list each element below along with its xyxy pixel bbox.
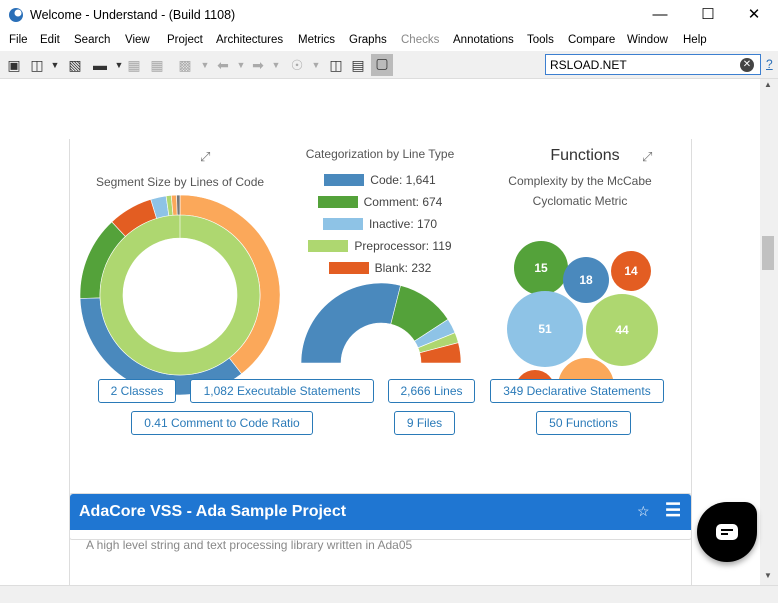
menu-window[interactable]: Window: [627, 34, 668, 46]
project-metrics-card: ⤢ Segment Size by Lines of Code Categori…: [69, 139, 692, 540]
segment-chart-title: Segment Size by Lines of Code: [95, 175, 265, 189]
legend-label: Blank: 232: [374, 261, 432, 275]
dropdown-icon[interactable]: ▼: [267, 56, 285, 74]
back-icon[interactable]: ⬅: [214, 56, 232, 74]
legend-label: Inactive: 170: [368, 217, 438, 231]
menu-help[interactable]: Help: [683, 34, 707, 46]
save-all-icon[interactable]: ▦: [148, 56, 166, 74]
executable-statements-stat-button[interactable]: 1,082 Executable Statements: [190, 379, 374, 403]
menu-icon[interactable]: ☰: [665, 500, 681, 521]
menu-compare[interactable]: Compare: [568, 34, 615, 46]
scroll-down-icon[interactable]: ▼: [764, 571, 772, 580]
functions-stat-button[interactable]: 50 Functions: [536, 411, 631, 435]
legend-label: Code: 1,641: [370, 173, 436, 187]
menu-view[interactable]: View: [125, 34, 150, 46]
scrollbar-thumb[interactable]: [762, 236, 774, 270]
pin-icon[interactable]: ☆: [637, 503, 650, 520]
project-description: A high level string and text processing …: [86, 538, 413, 552]
welcome-page: ⤢ Segment Size by Lines of Code Categori…: [0, 79, 760, 585]
bubble-label: 15: [534, 261, 548, 275]
close-button[interactable]: ✕: [731, 4, 777, 26]
project-card: AdaCore VSS - Ada Sample Project ☆ ☰ A h…: [69, 493, 692, 585]
menu-architectures[interactable]: Architectures: [216, 34, 283, 46]
dropdown-icon[interactable]: ▼: [46, 56, 64, 74]
functions-subtitle-2: Cyclomatic Metric: [532, 194, 628, 208]
menu-metrics[interactable]: Metrics: [298, 34, 335, 46]
legend-item[interactable]: Blank: 232: [290, 257, 470, 279]
segment-donut-chart: [79, 194, 281, 396]
split-horizontal-icon[interactable]: ▤: [349, 56, 367, 74]
project-card-header: AdaCore VSS - Ada Sample Project ☆ ☰: [70, 494, 691, 530]
dropdown-icon[interactable]: ▼: [196, 56, 214, 74]
help-link[interactable]: ?: [766, 57, 773, 71]
export-icon[interactable]: ▩: [176, 56, 194, 74]
legend-swatch: [328, 262, 369, 274]
vertical-scrollbar[interactable]: ▲ ▼: [760, 79, 778, 585]
clear-search-icon[interactable]: ✕: [740, 58, 754, 72]
segment-arc[interactable]: [176, 194, 181, 216]
bubble-label: 14: [624, 264, 638, 278]
legend-swatch: [308, 240, 349, 252]
functions-subtitle: Complexity by the McCabe: [508, 174, 652, 188]
minimize-button[interactable]: —: [637, 4, 683, 26]
forward-icon[interactable]: ➡: [249, 56, 267, 74]
menu-bar: File Edit Search View Project Architectu…: [0, 31, 778, 51]
dropdown-icon[interactable]: ▼: [307, 56, 325, 74]
search-input[interactable]: RSLOAD.NET ✕: [545, 54, 761, 75]
line-type-title: Categorization by Line Type: [305, 147, 455, 161]
menu-checks[interactable]: Checks: [401, 34, 439, 46]
legend-item[interactable]: Code: 1,641: [290, 169, 470, 191]
search-value: RSLOAD.NET: [550, 58, 627, 72]
menu-annotations[interactable]: Annotations: [453, 34, 514, 46]
dropdown-icon[interactable]: ▼: [232, 56, 250, 74]
single-view-icon[interactable]: ▢: [371, 54, 393, 76]
declarative-statements-stat-button[interactable]: 349 Declarative Statements: [490, 379, 664, 403]
lines-stat-button[interactable]: 2,666 Lines: [388, 379, 475, 403]
app-logo-icon: [9, 8, 23, 22]
project-title[interactable]: AdaCore VSS - Ada Sample Project: [79, 503, 346, 521]
chat-icon: [716, 524, 738, 540]
maximize-button[interactable]: ☐: [685, 4, 731, 26]
new-project-icon[interactable]: ▣: [5, 56, 23, 74]
legend-label: Comment: 674: [363, 195, 443, 209]
menu-tools[interactable]: Tools: [527, 34, 554, 46]
split-vertical-icon[interactable]: ◫: [327, 56, 345, 74]
chat-button[interactable]: [697, 502, 757, 562]
menu-edit[interactable]: Edit: [40, 34, 60, 46]
save-icon[interactable]: ▦: [125, 56, 143, 74]
legend-swatch: [317, 196, 358, 208]
bubble-label: 51: [538, 322, 552, 336]
menu-file[interactable]: File: [9, 34, 28, 46]
legend-label: Preprocessor: 119: [354, 239, 452, 253]
title-bar: Welcome - Understand - (Build 1108) — ☐ …: [0, 0, 778, 31]
new-file-icon[interactable]: ▧: [66, 56, 84, 74]
bubble-label: 44: [615, 323, 629, 337]
bubble-label: 18: [579, 273, 593, 287]
menu-graphs[interactable]: Graphs: [349, 34, 387, 46]
comment-ratio-stat-button[interactable]: 0.41 Comment to Code Ratio: [131, 411, 313, 435]
graph-icon[interactable]: ☉: [288, 56, 306, 74]
legend-item[interactable]: Comment: 674: [290, 191, 470, 213]
legend-swatch: [322, 218, 363, 230]
legend-item[interactable]: Inactive: 170: [290, 213, 470, 235]
expand-icon[interactable]: ⤢: [200, 149, 210, 165]
line-type-legend: Code: 1,641 Comment: 674 Inactive: 170 Prep…: [290, 169, 470, 279]
menu-project[interactable]: Project: [167, 34, 203, 46]
open-folder-icon[interactable]: ▬: [91, 56, 109, 74]
scroll-up-icon[interactable]: ▲: [764, 80, 772, 89]
legend-item[interactable]: Preprocessor: 119: [290, 235, 470, 257]
line-type-semi-donut: [300, 282, 462, 364]
expand-icon[interactable]: ⤢: [642, 149, 652, 165]
menu-search[interactable]: Search: [74, 34, 110, 46]
complexity-bubble-chart: 15181451441427: [507, 241, 658, 399]
files-stat-button[interactable]: 9 Files: [394, 411, 455, 435]
classes-stat-button[interactable]: 2 Classes: [98, 379, 176, 403]
line-type-slice[interactable]: [300, 282, 401, 364]
book-icon[interactable]: ◫: [28, 56, 46, 74]
window-title: Welcome - Understand - (Build 1108): [30, 8, 236, 22]
status-bar: [0, 585, 778, 603]
segment-inner-ring[interactable]: [99, 214, 261, 376]
legend-swatch: [324, 174, 365, 186]
